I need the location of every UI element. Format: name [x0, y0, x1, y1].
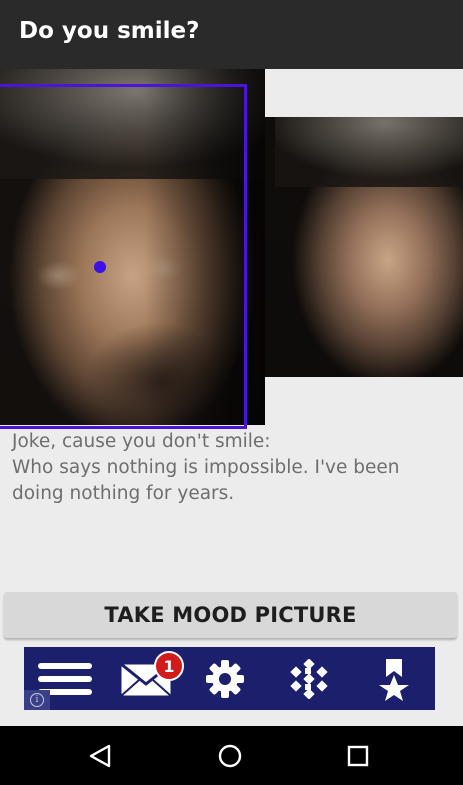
- bookmark-star-icon[interactable]: [369, 647, 419, 710]
- face-landmark-point: [94, 261, 106, 273]
- app-bar: Do you smile?: [0, 0, 463, 69]
- mail-badge: 1: [154, 651, 184, 681]
- ad-banner[interactable]: 1 i: [24, 647, 435, 710]
- joke-body: Who says nothing is impossible. I've bee…: [12, 457, 406, 504]
- mirrored-photo: [265, 117, 463, 377]
- home-icon[interactable]: [200, 726, 260, 785]
- take-mood-picture-button[interactable]: TAKE MOOD PICTURE: [4, 592, 457, 638]
- page-title: Do you smile?: [19, 18, 200, 44]
- recents-icon[interactable]: [328, 726, 388, 785]
- system-navigation-bar: [0, 726, 463, 785]
- ad-info-icon[interactable]: i: [24, 690, 50, 710]
- face-detection-box: [0, 84, 247, 429]
- grid-icon[interactable]: [284, 647, 334, 710]
- joke-text: Joke, cause you don't smile: Who says no…: [12, 429, 452, 507]
- back-icon[interactable]: [70, 726, 130, 785]
- gear-icon[interactable]: [200, 647, 250, 710]
- joke-heading: Joke, cause you don't smile:: [12, 431, 271, 452]
